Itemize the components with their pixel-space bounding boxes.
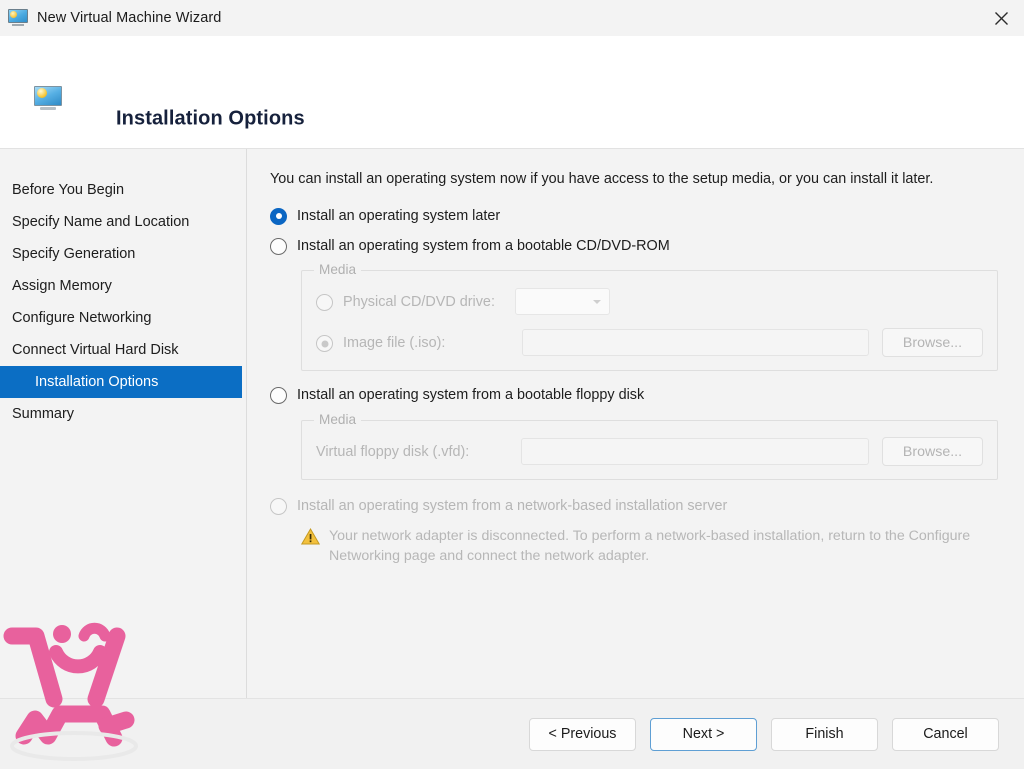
radio-install-from-network[interactable]: Install an operating system from a netwo… xyxy=(270,496,998,520)
radio-install-later-label: Install an operating system later xyxy=(297,207,501,224)
sidebar-item-summary[interactable]: Summary xyxy=(0,398,246,430)
network-warning: Your network adapter is disconnected. To… xyxy=(300,526,991,567)
radio-install-from-cd[interactable]: Install an operating system from a boota… xyxy=(270,236,998,260)
wizard-steps-sidebar: Before You Begin Specify Name and Locati… xyxy=(0,149,247,698)
virtual-floppy-row: Virtual floppy disk (.vfd): Browse... xyxy=(316,437,983,467)
floppy-media-legend: Media xyxy=(314,411,362,427)
virtual-floppy-input[interactable] xyxy=(521,438,869,466)
cd-media-legend: Media xyxy=(314,261,362,277)
page-banner: Installation Options xyxy=(0,36,1024,149)
chevron-down-icon xyxy=(592,299,601,304)
wizard-window: New Virtual Machine Wizard Installation … xyxy=(0,0,1024,769)
physical-drive-select[interactable] xyxy=(514,288,610,316)
finish-button[interactable]: Finish xyxy=(771,717,878,751)
floppy-media-group: Media Virtual floppy disk (.vfd): Browse… xyxy=(301,411,998,480)
image-file-label: Image file (.iso): xyxy=(343,334,446,351)
sidebar-item-specify-name-and-location[interactable]: Specify Name and Location xyxy=(0,206,246,238)
next-button[interactable]: Next > xyxy=(650,717,757,751)
footer-button-bar: < Previous Next > Finish Cancel xyxy=(0,698,1024,769)
virtual-floppy-label: Virtual floppy disk (.vfd): xyxy=(316,443,470,460)
radio-image-file[interactable] xyxy=(316,335,333,353)
image-file-input[interactable] xyxy=(522,329,869,357)
radio-indicator xyxy=(270,497,287,515)
page-title: Installation Options xyxy=(116,107,305,130)
radio-install-from-floppy-label: Install an operating system from a boota… xyxy=(297,386,645,403)
browse-virtual-floppy-button[interactable]: Browse... xyxy=(882,437,983,467)
sidebar-item-connect-virtual-hard-disk[interactable]: Connect Virtual Hard Disk xyxy=(0,334,246,366)
radio-indicator xyxy=(270,386,287,404)
sidebar-item-assign-memory[interactable]: Assign Memory xyxy=(0,270,246,302)
radio-install-from-cd-label: Install an operating system from a boota… xyxy=(297,237,670,254)
cancel-button[interactable]: Cancel xyxy=(892,717,999,751)
sidebar-item-installation-options[interactable]: Installation Options xyxy=(0,366,242,398)
body-area: Before You Begin Specify Name and Locati… xyxy=(0,149,1024,698)
intro-text: You can install an operating system now … xyxy=(270,171,934,187)
network-warning-text: Your network adapter is disconnected. To… xyxy=(329,527,971,565)
sidebar-item-before-you-begin[interactable]: Before You Begin xyxy=(0,174,246,206)
warning-triangle-icon xyxy=(300,527,321,545)
radio-indicator xyxy=(270,207,287,225)
sidebar-item-configure-networking[interactable]: Configure Networking xyxy=(0,302,246,334)
radio-physical-drive[interactable] xyxy=(316,294,333,312)
monitor-icon xyxy=(34,86,62,112)
monitor-icon xyxy=(8,9,28,27)
image-file-row: Image file (.iso): Browse... xyxy=(316,328,983,358)
previous-button[interactable]: < Previous xyxy=(529,717,636,751)
close-icon[interactable] xyxy=(978,0,1024,36)
cd-media-group: Media Physical CD/DVD drive: Image file … xyxy=(301,261,998,371)
main-content: You can install an operating system now … xyxy=(248,149,1024,698)
title-bar: New Virtual Machine Wizard xyxy=(0,0,1024,36)
physical-drive-label: Physical CD/DVD drive: xyxy=(343,293,495,310)
radio-install-from-floppy[interactable]: Install an operating system from a boota… xyxy=(270,385,998,409)
sidebar-item-specify-generation[interactable]: Specify Generation xyxy=(0,238,246,270)
window-title: New Virtual Machine Wizard xyxy=(37,10,222,26)
radio-install-from-network-label: Install an operating system from a netwo… xyxy=(297,497,728,514)
radio-install-later[interactable]: Install an operating system later xyxy=(270,206,998,230)
physical-drive-row: Physical CD/DVD drive: xyxy=(316,287,983,317)
browse-image-file-button[interactable]: Browse... xyxy=(882,328,983,358)
radio-indicator xyxy=(270,237,287,255)
